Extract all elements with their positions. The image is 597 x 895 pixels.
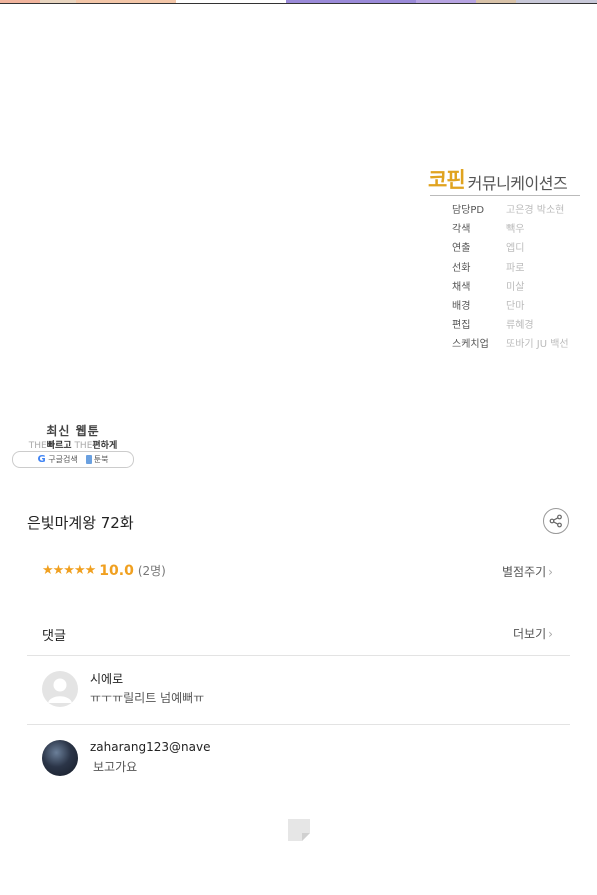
ad-banner[interactable]: 최신 웹툰 THE빠르고 THE편하게 G 구글검색 툰북 (12, 422, 134, 468)
divider (27, 655, 570, 656)
studio-logo-main: 코핀 (428, 168, 466, 192)
credit-role: 편집 (452, 320, 471, 331)
chevron-right-icon: › (548, 565, 553, 579)
comment-author: zaharang123@nave (90, 740, 211, 754)
ad-the-1: THE (28, 441, 47, 451)
rating-row: ★★★★★ 10.0 (2명) (42, 562, 166, 579)
comment-text: ㅠㅜㅠ릴리트 넘예뻐ㅠ (90, 691, 205, 705)
credit-row: 담당PD 고은경 박소현 (452, 201, 564, 216)
avatar (42, 671, 78, 707)
credit-role: 선화 (452, 263, 471, 274)
credit-role: 채색 (452, 282, 471, 293)
credit-name: 고은경 박소현 (506, 205, 565, 216)
rating-score: 10.0 (99, 562, 134, 579)
share-button[interactable] (543, 508, 569, 534)
comments-heading: 댓글 (42, 629, 66, 644)
credit-name: 단마 (506, 301, 525, 312)
credit-name: 파로 (506, 263, 525, 274)
page-icon (288, 819, 310, 845)
more-comments-button[interactable]: 더보기 › (513, 625, 553, 642)
chevron-right-icon: › (548, 627, 553, 641)
share-icon (549, 514, 562, 528)
google-g-icon: G (37, 454, 46, 465)
credit-row: 배경 단마 (452, 297, 524, 312)
credit-role: 담당PD (452, 205, 485, 216)
ad-google-search[interactable]: G 구글검색 (38, 454, 78, 465)
credit-row: 스케치업 또바기 JU 백선 (452, 335, 569, 350)
credits-block: 코핀 커뮤니케이션즈 담당PD 고은경 박소현 각색 빽우 연출 엡디 선화 파… (428, 166, 588, 350)
ad-fast: 빠르고 (46, 441, 72, 451)
folded-page-icon (288, 819, 310, 841)
comment-author: 시에로 (90, 672, 124, 686)
ad-the-2: THE (74, 441, 93, 451)
comment-text: 보고가요 (93, 760, 138, 774)
book-icon (85, 455, 92, 464)
ad-subtitle: THE빠르고 THE편하게 (12, 438, 134, 451)
credit-name: 엡디 (506, 243, 525, 254)
ad-book-label: 툰북 (93, 455, 109, 464)
credit-role: 연출 (452, 243, 471, 254)
ad-google-label: 구글검색 (48, 455, 78, 464)
credit-row: 선화 파로 (452, 259, 524, 274)
studio-logo-sub: 커뮤니케이션즈 (467, 174, 568, 193)
default-user-icon (48, 678, 72, 703)
credit-row: 연출 엡디 (452, 239, 524, 254)
credit-name: 미살 (506, 282, 525, 293)
divider (27, 724, 570, 725)
studio-logo: 코핀 커뮤니케이션즈 (428, 166, 588, 194)
rating-count: (2명) (137, 564, 166, 578)
ad-title: 최신 웹툰 (46, 424, 100, 438)
rate-button[interactable]: 별점주기 › (502, 563, 553, 580)
credit-row: 편집 류혜경 (452, 316, 534, 331)
avatar (42, 740, 78, 776)
strip-border (0, 3, 597, 4)
credit-name: 빽우 (506, 224, 525, 235)
rate-label: 별점주기 (502, 565, 547, 579)
credit-name: 류혜경 (506, 320, 534, 331)
studio-logo-underline (430, 195, 580, 196)
ad-toonbook[interactable]: 툰북 (85, 454, 109, 465)
star-rating-icon: ★★★★★ (42, 563, 96, 578)
credit-name: 또바기 JU 백선 (506, 339, 569, 350)
credit-row: 각색 빽우 (452, 220, 524, 235)
credit-row: 채색 미살 (452, 278, 524, 293)
episode-title: 은빛마계왕 72화 (27, 514, 134, 532)
credit-role: 스케치업 (452, 339, 489, 350)
ad-search-pill[interactable]: G 구글검색 툰북 (12, 451, 134, 468)
more-label: 더보기 (513, 627, 547, 641)
credit-role: 배경 (452, 301, 471, 312)
ad-easy: 편하게 (92, 441, 118, 451)
credit-role: 각색 (452, 224, 471, 235)
